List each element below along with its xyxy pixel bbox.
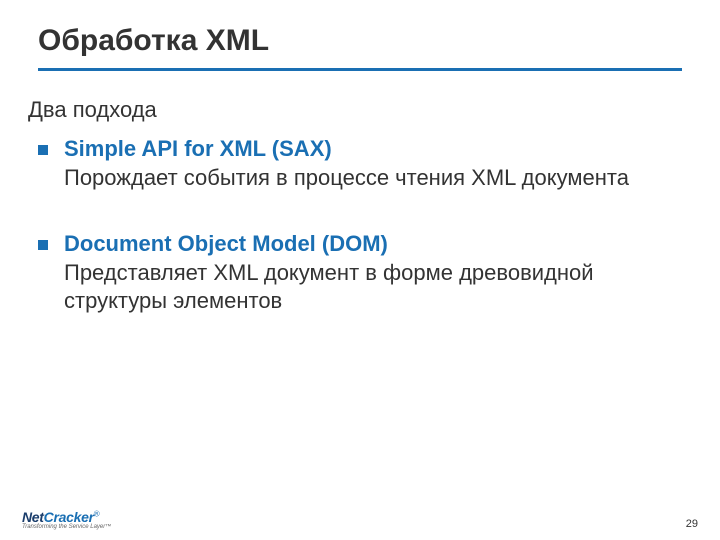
- bullet-item: Simple API for XML (SAX) Порождает событ…: [38, 135, 682, 192]
- slide-title: Обработка XML: [38, 24, 682, 58]
- logo-net: Net: [22, 509, 44, 525]
- bullet-square-icon: [38, 240, 48, 250]
- logo: NetCracker® Transforming the Service Lay…: [22, 509, 111, 530]
- bullet-square-icon: [38, 145, 48, 155]
- logo-cracker: Cracker: [44, 509, 94, 525]
- bullet-title: Simple API for XML (SAX): [64, 135, 682, 164]
- slide: Обработка XML Два подхода Simple API for…: [0, 0, 720, 540]
- footer: NetCracker® Transforming the Service Lay…: [22, 509, 698, 530]
- bullet-item: Document Object Model (DOM) Представляет…: [38, 230, 682, 316]
- registered-icon: ®: [94, 509, 100, 518]
- title-underline: [38, 68, 682, 71]
- bullet-content: Simple API for XML (SAX) Порождает событ…: [64, 135, 682, 192]
- bullet-title: Document Object Model (DOM): [64, 230, 682, 259]
- intro-text: Два подхода: [28, 97, 682, 123]
- page-number: 29: [686, 518, 698, 530]
- bullet-description: Порождает события в процессе чтения XML …: [64, 164, 682, 193]
- logo-tagline: Transforming the Service Layer™: [22, 524, 111, 530]
- bullet-content: Document Object Model (DOM) Представляет…: [64, 230, 682, 316]
- bullet-description: Представляет XML документ в форме древов…: [64, 259, 682, 316]
- logo-text: NetCracker®: [22, 509, 99, 525]
